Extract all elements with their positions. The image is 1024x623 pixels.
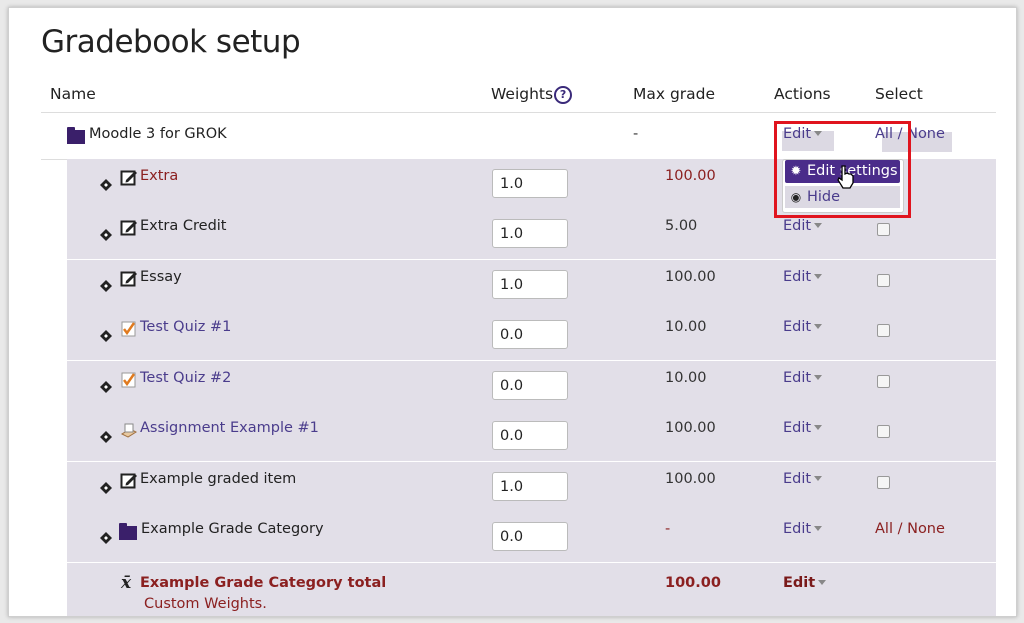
folder-icon (119, 523, 137, 540)
move-icon[interactable] (99, 531, 113, 545)
weight-input[interactable]: 0.0 (492, 371, 568, 400)
weight-input[interactable]: 1.0 (492, 219, 568, 248)
select-separator: / (892, 521, 908, 537)
move-icon[interactable] (99, 430, 113, 444)
edit-item-icon (120, 271, 137, 287)
chevron-down-icon (814, 223, 823, 228)
chevron-down-icon (814, 274, 823, 279)
edit-label: Edit (783, 420, 812, 436)
select-all-link[interactable]: All (875, 521, 893, 537)
weight-input[interactable]: 1.0 (492, 169, 568, 198)
folder-icon (67, 127, 85, 144)
max-grade-value: 100.00 (665, 420, 716, 436)
header-select: Select (875, 85, 923, 103)
chevron-down-icon (814, 425, 823, 430)
header-weights-label: Weights (491, 85, 554, 103)
select-checkbox[interactable] (877, 375, 890, 388)
weight-input[interactable]: 0.0 (492, 320, 568, 349)
edit-button[interactable]: Edit (783, 471, 823, 487)
select-checkbox[interactable] (877, 425, 890, 438)
edit-button[interactable]: Edit (783, 370, 823, 386)
category-name: Example Grade Category (141, 521, 324, 537)
edit-button[interactable]: Edit (783, 218, 823, 234)
grade-item-name: Extra Credit (140, 218, 227, 234)
select-checkbox[interactable] (877, 274, 890, 287)
move-icon[interactable] (99, 279, 113, 293)
chevron-down-icon (814, 324, 823, 329)
grade-item-name[interactable]: Test Quiz #1 (140, 319, 231, 335)
max-grade-value: 10.00 (665, 370, 707, 386)
move-icon[interactable] (99, 380, 113, 394)
edit-button[interactable]: Edit (783, 420, 823, 436)
custom-weights-note: Custom Weights. (144, 596, 267, 612)
select-checkbox[interactable] (877, 476, 890, 489)
quiz-icon (121, 372, 136, 388)
category-max-grade: - (665, 521, 671, 537)
edit-button[interactable]: Edit (783, 319, 823, 335)
max-grade-value: 100.00 (665, 471, 716, 487)
quiz-icon (121, 321, 136, 337)
page-title: Gradebook setup (41, 24, 301, 60)
max-grade-value: 10.00 (665, 319, 707, 335)
grade-item-name[interactable]: Extra (140, 168, 178, 184)
course-max-grade: - (633, 126, 639, 142)
edit-label: Edit (783, 521, 812, 537)
move-icon[interactable] (99, 329, 113, 343)
select-checkbox[interactable] (877, 324, 890, 337)
category-total-max-grade: 100.00 (665, 575, 721, 591)
edit-label: Edit (783, 269, 812, 285)
assignment-icon (120, 423, 138, 438)
select-none-link[interactable]: None (907, 521, 945, 537)
max-grade-value: 5.00 (665, 218, 698, 234)
edit-label: Edit (783, 218, 812, 234)
weight-input[interactable]: 1.0 (492, 472, 568, 501)
highlight-box (774, 121, 911, 218)
category-weight-input[interactable]: 0.0 (492, 522, 568, 551)
course-name: Moodle 3 for GROK (89, 126, 227, 142)
header-max-grade: Max grade (633, 85, 716, 103)
edit-label: Edit (783, 471, 812, 487)
total-edit-button[interactable]: Edit (783, 575, 827, 591)
weight-input[interactable]: 1.0 (492, 270, 568, 299)
max-grade-value: 100.00 (665, 168, 716, 184)
category-edit-button[interactable]: Edit (783, 521, 823, 537)
mean-x-bar-icon: x̄ (121, 573, 132, 593)
chevron-down-icon (818, 580, 827, 585)
grade-item-name: Example graded item (140, 471, 297, 487)
select-checkbox[interactable] (877, 223, 890, 236)
select-none-link[interactable]: None (907, 126, 945, 142)
chevron-down-icon (814, 476, 823, 481)
edit-label: Edit (783, 370, 812, 386)
header-name: Name (50, 85, 96, 103)
max-grade-value: 100.00 (665, 269, 716, 285)
edit-item-icon (120, 170, 137, 186)
category-total-name: Example Grade Category total (140, 575, 387, 591)
weight-input[interactable]: 0.0 (492, 421, 568, 450)
header-actions: Actions (774, 85, 831, 103)
move-icon[interactable] (99, 228, 113, 242)
edit-item-icon (120, 473, 137, 489)
move-icon[interactable] (99, 481, 113, 495)
edit-button[interactable]: Edit (783, 269, 823, 285)
help-icon[interactable]: ? (554, 86, 573, 104)
chevron-down-icon (814, 375, 823, 380)
edit-label: Edit (783, 319, 812, 335)
header-weights: Weights? (491, 85, 573, 104)
grade-item-name[interactable]: Test Quiz #2 (140, 370, 231, 386)
edit-label: Edit (783, 575, 816, 591)
category-select-links: All / None (875, 521, 945, 537)
gradebook-frame: Gradebook setup Name Weights? Max grade … (8, 7, 1017, 617)
edit-item-icon (120, 220, 137, 236)
chevron-down-icon (814, 526, 823, 531)
move-icon[interactable] (99, 178, 113, 192)
grade-item-name[interactable]: Assignment Example #1 (140, 420, 319, 436)
grade-item-name: Essay (140, 269, 182, 285)
